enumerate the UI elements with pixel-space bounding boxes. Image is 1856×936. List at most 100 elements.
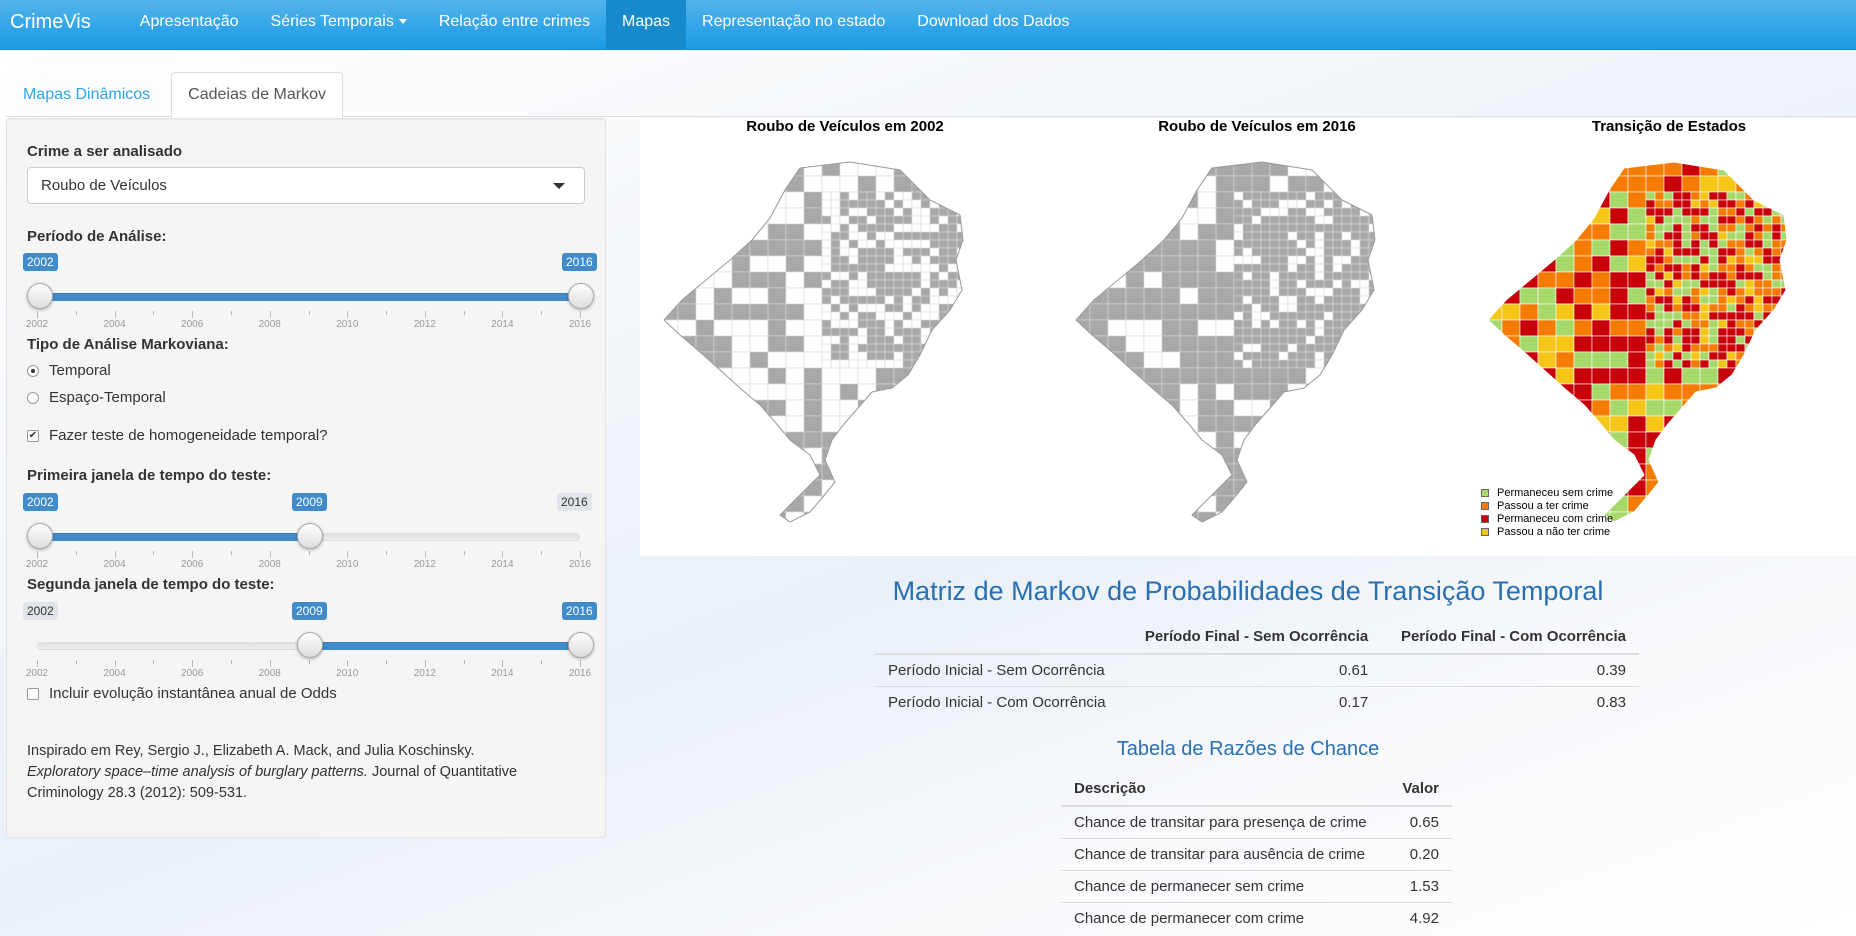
nav-apresentacao[interactable]: Apresentação <box>124 0 255 50</box>
municipality-shape <box>1359 287 1370 297</box>
tab-cadeias-markov[interactable]: Cadeias de Markov <box>171 72 343 118</box>
municipality-shape <box>1107 495 1127 513</box>
municipality-shape <box>1672 319 1683 329</box>
municipality-shape <box>1305 215 1316 225</box>
municipality-shape <box>1260 343 1271 353</box>
municipality-shape <box>821 415 841 433</box>
municipality-shape <box>1305 495 1325 513</box>
crime-select[interactable]: Roubo de Veículos <box>27 167 585 204</box>
municipality-shape <box>1387 224 1396 232</box>
municipality-shape <box>1790 480 1808 496</box>
radio-empty-icon[interactable] <box>27 391 39 404</box>
municipality-shape <box>1287 399 1307 417</box>
nav-representacao-estado[interactable]: Representação no estado <box>686 0 901 50</box>
municipality-shape <box>1735 287 1746 297</box>
nav-relacao-crimes[interactable]: Relação entre crimes <box>423 0 606 50</box>
municipality-shape <box>695 255 715 273</box>
municipality-shape <box>1654 287 1665 297</box>
municipality-shape <box>1387 280 1396 288</box>
municipality-shape <box>1609 255 1629 273</box>
municipality-shape <box>1378 328 1387 336</box>
municipality-shape <box>866 335 877 345</box>
homogeneity-checkbox[interactable]: ✔ Fazer teste de homogeneidade temporal? <box>27 427 328 444</box>
municipality-shape <box>1242 271 1253 281</box>
radio-selected-icon[interactable] <box>27 364 39 377</box>
slider-handle-from[interactable] <box>27 283 53 309</box>
slider-handle-to[interactable] <box>297 523 323 549</box>
radio-espaco-temporal[interactable]: Espaço-Temporal <box>27 389 166 406</box>
municipality-shape <box>1708 199 1719 209</box>
municipality-shape <box>1143 351 1163 369</box>
window-1-slider[interactable]: 2002 2009 2016 2002 2004 2006 2008 2010 2012 2… <box>23 493 592 570</box>
municipality-shape <box>695 479 715 497</box>
municipality-shape <box>1251 231 1262 241</box>
radio-temporal[interactable]: Temporal <box>27 362 111 379</box>
municipality-shape <box>1735 239 1746 249</box>
municipality-shape <box>1735 191 1746 201</box>
municipality-shape <box>857 303 868 313</box>
municipality-shape <box>664 495 679 513</box>
municipality-shape <box>1341 239 1352 249</box>
municipality-shape <box>1296 231 1307 241</box>
municipality-shape <box>1305 191 1316 201</box>
municipality-shape <box>1591 463 1611 481</box>
municipality-shape <box>848 255 859 265</box>
checkbox-empty-icon[interactable] <box>27 687 39 700</box>
municipality-shape <box>1350 359 1361 369</box>
municipality-shape <box>821 162 841 177</box>
municipality-shape <box>1519 351 1539 369</box>
municipality-shape <box>1387 336 1396 344</box>
map-title-2002: Roubo de Veículos em 2002 <box>746 118 944 135</box>
municipality-shape <box>1143 399 1163 417</box>
municipality-shape <box>1717 255 1728 265</box>
municipality-shape <box>884 311 895 321</box>
nav-mapas[interactable]: Mapas <box>605 0 687 50</box>
municipality-shape <box>1076 415 1091 433</box>
municipality-shape <box>1350 263 1361 273</box>
municipality-shape <box>1341 399 1361 417</box>
municipality-shape <box>1663 319 1674 329</box>
odds-evolution-checkbox[interactable]: Incluir evolução instantânea anual de Od… <box>27 685 337 702</box>
municipality-shape <box>1609 303 1629 321</box>
slider-handle-to[interactable] <box>568 283 594 309</box>
municipality-shape <box>1287 311 1298 321</box>
municipality-shape <box>1681 343 1692 353</box>
municipality-shape <box>839 295 850 305</box>
municipality-shape <box>1125 223 1145 241</box>
window-2-slider[interactable]: 2002 2009 2016 2002 2004 2006 2008 2010 2012 2… <box>23 602 597 679</box>
municipality-shape <box>911 463 931 481</box>
nav-series-temporais[interactable]: Séries Temporais <box>255 0 423 50</box>
municipality-shape <box>1278 223 1289 233</box>
municipality-shape <box>1368 255 1375 265</box>
municipality-shape <box>1519 303 1539 321</box>
checkbox-checked-icon[interactable]: ✔ <box>27 429 39 442</box>
municipality-shape <box>1305 239 1316 249</box>
municipality-shape <box>1296 199 1307 209</box>
municipality-shape <box>929 479 949 497</box>
municipality-shape <box>884 343 895 353</box>
municipality-shape <box>1753 447 1773 465</box>
brand-logo[interactable]: CrimeVis <box>0 0 124 50</box>
tab-mapas-dinamicos[interactable]: Mapas Dinâmicos <box>6 72 167 118</box>
municipality-shape <box>731 351 751 369</box>
municipality-shape <box>1573 191 1593 209</box>
municipality-shape <box>1591 351 1611 369</box>
municipality-shape <box>911 327 922 337</box>
municipality-shape <box>938 303 949 313</box>
municipality-shape <box>1287 479 1307 497</box>
slider-handle-to[interactable] <box>568 632 594 658</box>
period-slider[interactable]: 2002 2016 2002 2004 2006 2008 2010 2012 2014 20… <box>23 253 597 330</box>
municipality-shape <box>1799 240 1808 248</box>
municipality-shape <box>966 240 975 248</box>
municipality-shape <box>947 271 958 281</box>
slider-handle-from[interactable] <box>297 632 323 658</box>
nav-download-dados[interactable]: Download dos Dados <box>901 0 1085 50</box>
municipality-shape <box>1089 207 1109 225</box>
municipality-shape <box>1269 207 1280 217</box>
municipality-shape <box>1242 319 1253 329</box>
municipality-shape <box>1233 415 1253 433</box>
municipality-group <box>1488 162 1808 522</box>
slider-handle-from[interactable] <box>27 523 53 549</box>
municipality-shape <box>857 287 868 297</box>
municipality-shape <box>749 335 769 353</box>
